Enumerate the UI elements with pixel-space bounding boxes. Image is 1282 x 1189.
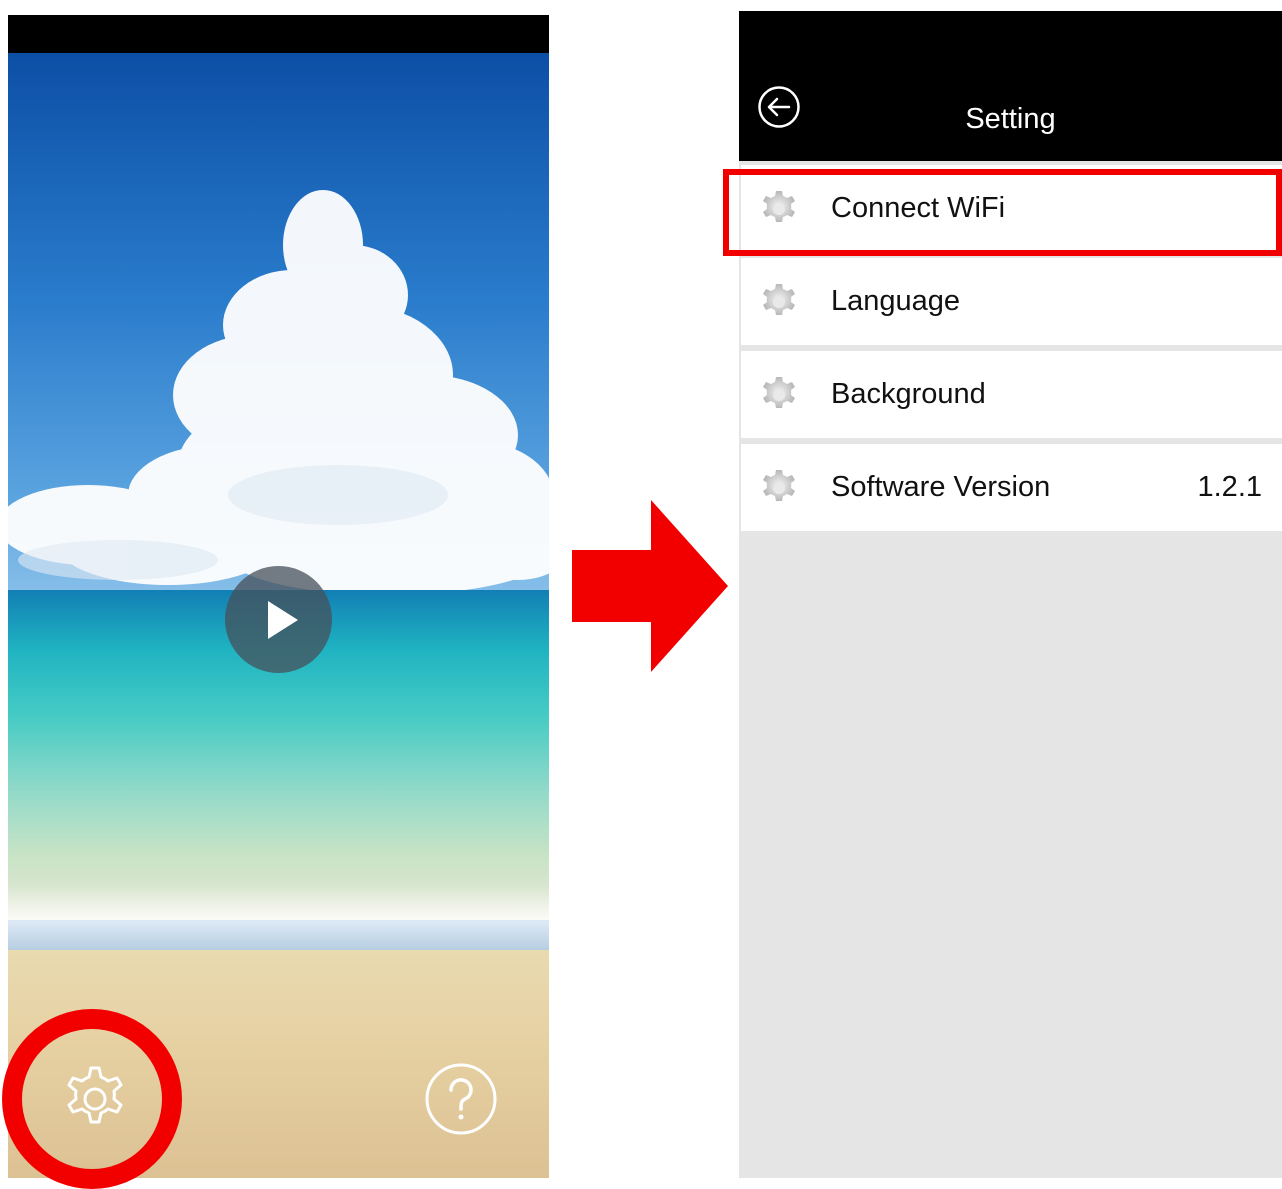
settings-menu: Connect WiFi Language Background Softwar… [741,165,1282,537]
gear-icon [763,284,795,315]
help-button[interactable] [424,1062,498,1136]
home-screen [8,15,549,1178]
menu-item-label: Language [831,285,961,317]
page-title: Setting [965,103,1056,135]
right-arrow-icon [572,500,728,672]
gear-icon [763,377,795,408]
play-icon [267,600,298,639]
menu-item-label: Connect WiFi [831,192,1006,224]
menu-item-language[interactable]: Language [741,258,1282,345]
gear-icon [67,1066,123,1124]
question-icon [425,1063,497,1135]
gear-icon [763,191,795,222]
status-bar [8,15,549,53]
software-version-value: 1.2.1 [1197,471,1263,503]
cloud-image [8,190,549,595]
menu-item-software-version[interactable]: Software Version 1.2.1 [741,444,1282,531]
gear-icon [763,470,795,501]
menu-item-connect-wifi[interactable]: Connect WiFi [741,165,1282,252]
menu-item-label: Background [831,378,986,410]
menu-item-background[interactable]: Background [741,351,1282,438]
header-bar: Setting [739,11,1282,161]
settings-screen: Setting Connect WiFi Language Background… [739,11,1282,1178]
settings-button[interactable] [58,1062,132,1136]
play-button[interactable] [225,566,332,673]
menu-item-label: Software Version [831,471,1051,503]
